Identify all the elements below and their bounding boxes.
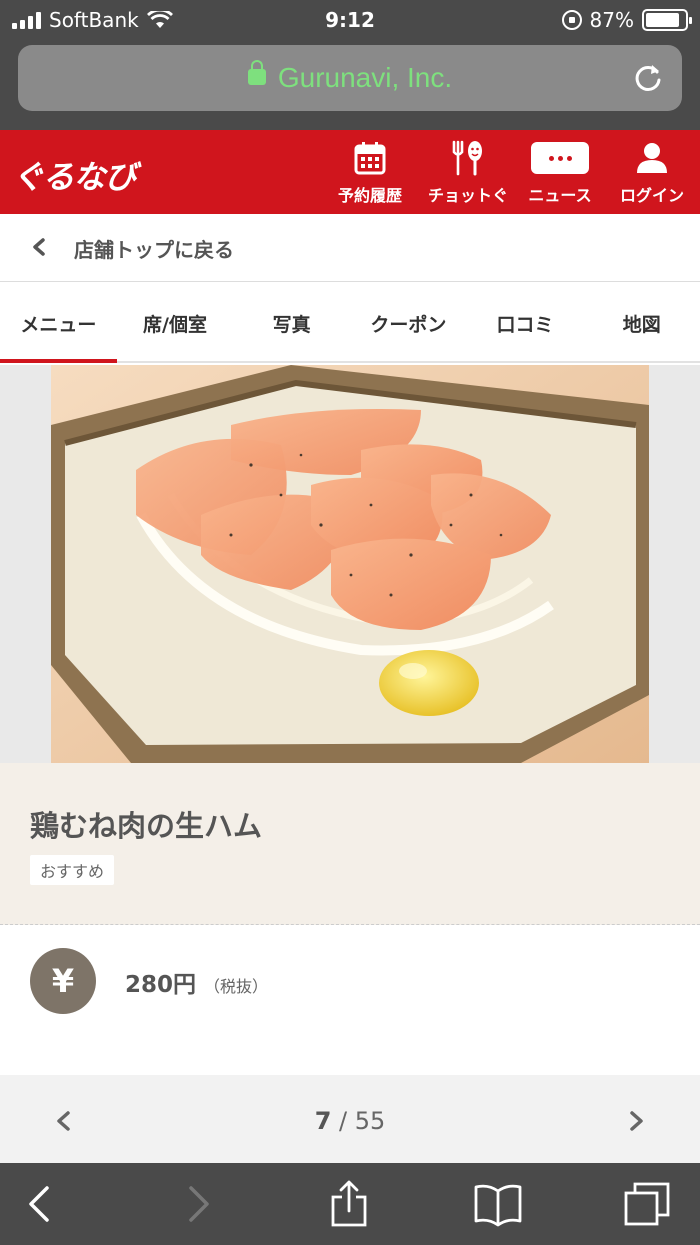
pager-current: 7: [314, 1107, 332, 1135]
status-bar: SoftBank 9:12 87%: [0, 0, 700, 40]
nav-label: チョットぐ: [427, 186, 508, 205]
pager-total: 55: [354, 1107, 386, 1135]
ios-top-bar: SoftBank 9:12 87% Gurunavi, Inc.: [0, 0, 700, 130]
gurunavi-logo[interactable]: ぐるなび: [12, 152, 136, 198]
tab-reviews[interactable]: 口コミ: [467, 283, 584, 361]
yen-icon: ¥: [30, 948, 96, 1014]
nav-chottogu[interactable]: チョットぐ: [422, 138, 514, 206]
more-dots-icon: [531, 142, 589, 174]
browser-toolbar: [0, 1163, 700, 1245]
site-header: ぐるなび 予約履歴 チョットぐ ニュース ログイン: [0, 130, 700, 214]
calendar-icon: [354, 142, 386, 175]
bookmarks-icon[interactable]: [473, 1179, 523, 1229]
chevron-left-icon: [33, 238, 45, 256]
tab-photos[interactable]: 写真: [233, 283, 350, 361]
next-arrow-icon[interactable]: [626, 1111, 646, 1131]
price-amount: 280円: [125, 972, 197, 998]
lock-icon: [247, 59, 266, 85]
nav-label: 予約履歴: [337, 186, 402, 205]
pager-separator: /: [331, 1107, 355, 1135]
battery-fill: [646, 13, 680, 27]
photo-area: [0, 365, 700, 763]
shop-tabs: メニュー 席/個室 写真 クーポン 口コミ 地図: [0, 283, 700, 363]
forward-icon[interactable]: [172, 1179, 222, 1229]
url-site-name: Gurunavi, Inc.: [277, 62, 453, 93]
nav-reservation-history[interactable]: 予約履歴: [324, 138, 416, 206]
price-value: 280円 （税抜）: [125, 965, 268, 999]
url-display[interactable]: Gurunavi, Inc.: [18, 59, 682, 94]
photo-pager: 7 / 55: [0, 1075, 700, 1163]
battery-icon: [642, 9, 692, 31]
tab-seats[interactable]: 席/個室: [117, 283, 234, 361]
nav-news[interactable]: ニュース: [514, 138, 606, 206]
share-icon[interactable]: [324, 1179, 374, 1229]
nav-label: ログイン: [619, 186, 684, 205]
recommended-tag: おすすめ: [30, 855, 115, 885]
tax-note: （税抜）: [204, 977, 269, 996]
tab-map[interactable]: 地図: [583, 283, 700, 361]
back-icon[interactable]: [16, 1179, 66, 1229]
dish-photo: [51, 365, 649, 763]
reload-icon[interactable]: [630, 60, 666, 96]
battery-percent: 87%: [589, 8, 634, 32]
rotation-lock-icon: [561, 10, 582, 30]
fork-spoon-icon: [452, 140, 482, 176]
user-icon: [637, 143, 667, 173]
status-right: 87%: [561, 8, 692, 32]
back-to-shop-link[interactable]: 店舗トップに戻る: [0, 214, 700, 282]
dish-name: 鶏むね肉の生ハム: [30, 809, 263, 843]
tab-menu[interactable]: メニュー: [0, 283, 117, 363]
price-row: ¥ 280円 （税抜）: [0, 925, 700, 1075]
dish-info: 鶏むね肉の生ハム おすすめ: [0, 763, 700, 925]
tabs-icon[interactable]: [622, 1179, 672, 1229]
pager-count: 7 / 55: [0, 1107, 700, 1135]
tab-coupons[interactable]: クーポン: [350, 283, 467, 361]
back-link-label: 店舗トップに戻る: [74, 238, 234, 262]
nav-login[interactable]: ログイン: [606, 138, 698, 206]
url-bar[interactable]: Gurunavi, Inc.: [18, 45, 682, 111]
nav-label: ニュース: [528, 186, 592, 205]
